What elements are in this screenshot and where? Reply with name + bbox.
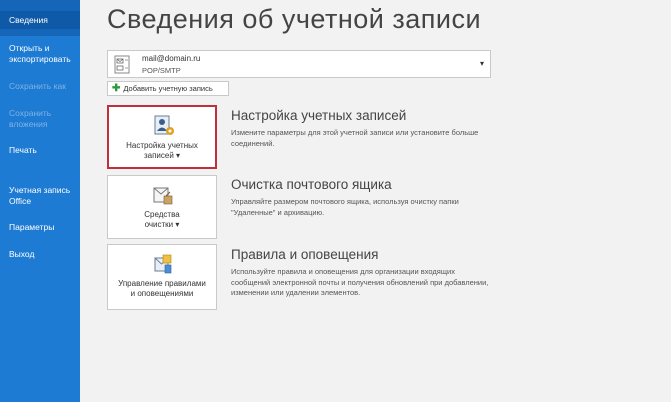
sidebar-item-options[interactable]: Параметры bbox=[0, 222, 80, 233]
sidebar-item-label: Сохранить как bbox=[9, 81, 66, 91]
sidebar-item-label: Открыть и экспортировать bbox=[9, 43, 71, 64]
tile-label: Настройка учетных записей ▾ bbox=[126, 141, 198, 160]
sidebar-item-label: Сохранить вложения bbox=[9, 108, 52, 129]
tile-label: Управление правилами и оповещениями bbox=[118, 279, 206, 298]
rules-alerts-icon bbox=[154, 254, 172, 274]
sidebar-item-office-account[interactable]: Учетная запись Office bbox=[0, 185, 80, 207]
chevron-down-icon[interactable]: ▾ bbox=[480, 59, 484, 68]
sidebar-item-label: Печать bbox=[9, 145, 37, 155]
rules-alerts-description: Используйте правила и оповещения для орг… bbox=[231, 267, 489, 297]
mailbox-cleanup-description: Управляйте размером почтового ящика, исп… bbox=[231, 197, 459, 217]
account-settings-description: Измените параметры для этой учетной запи… bbox=[231, 128, 479, 148]
sidebar-item-save-attachments: Сохранить вложения bbox=[0, 108, 80, 130]
plus-icon: ✚ bbox=[112, 83, 121, 94]
cleanup-tools-button[interactable]: Средства очистки ▾ bbox=[107, 175, 217, 239]
account-settings-heading: Настройка учетных записей bbox=[231, 108, 407, 123]
sidebar-item-info[interactable]: Сведения bbox=[0, 11, 80, 29]
sidebar-item-open-export[interactable]: Открыть и экспортировать bbox=[0, 43, 80, 65]
sidebar-item-save-as: Сохранить как bbox=[0, 81, 80, 92]
account-email: mail@domain.ru bbox=[142, 54, 201, 63]
account-settings-icon bbox=[154, 115, 174, 135]
main-content: Сведения об учетной записи mail@domain.r… bbox=[80, 0, 671, 402]
sidebar-item-label: Сведения bbox=[9, 15, 48, 25]
account-type: POP/SMTP bbox=[142, 66, 181, 75]
account-settings-button[interactable]: Настройка учетных записей ▾ bbox=[107, 105, 217, 169]
add-account-label: Добавить учетную запись bbox=[123, 84, 213, 93]
tile-label: Средства очистки ▾ bbox=[144, 210, 180, 229]
sidebar-item-print[interactable]: Печать bbox=[0, 145, 80, 156]
sidebar-item-exit[interactable]: Выход bbox=[0, 249, 80, 260]
add-account-button[interactable]: ✚ Добавить учетную запись bbox=[107, 81, 229, 96]
sidebar-item-label: Учетная запись Office bbox=[9, 185, 71, 206]
page-title: Сведения об учетной записи bbox=[107, 4, 482, 34]
rules-alerts-button[interactable]: Управление правилами и оповещениями bbox=[107, 244, 217, 310]
rules-alerts-heading: Правила и оповещения bbox=[231, 247, 379, 262]
mailbox-cleanup-icon bbox=[153, 187, 173, 205]
backstage-sidebar: Сведения Открыть и экспортировать Сохран… bbox=[0, 0, 80, 402]
mail-account-icon bbox=[114, 55, 130, 74]
account-selector[interactable]: mail@domain.ru POP/SMTP ▾ bbox=[107, 50, 491, 78]
sidebar-item-label: Выход bbox=[9, 249, 35, 259]
mailbox-cleanup-heading: Очистка почтового ящика bbox=[231, 177, 392, 192]
sidebar-item-label: Параметры bbox=[9, 222, 55, 232]
